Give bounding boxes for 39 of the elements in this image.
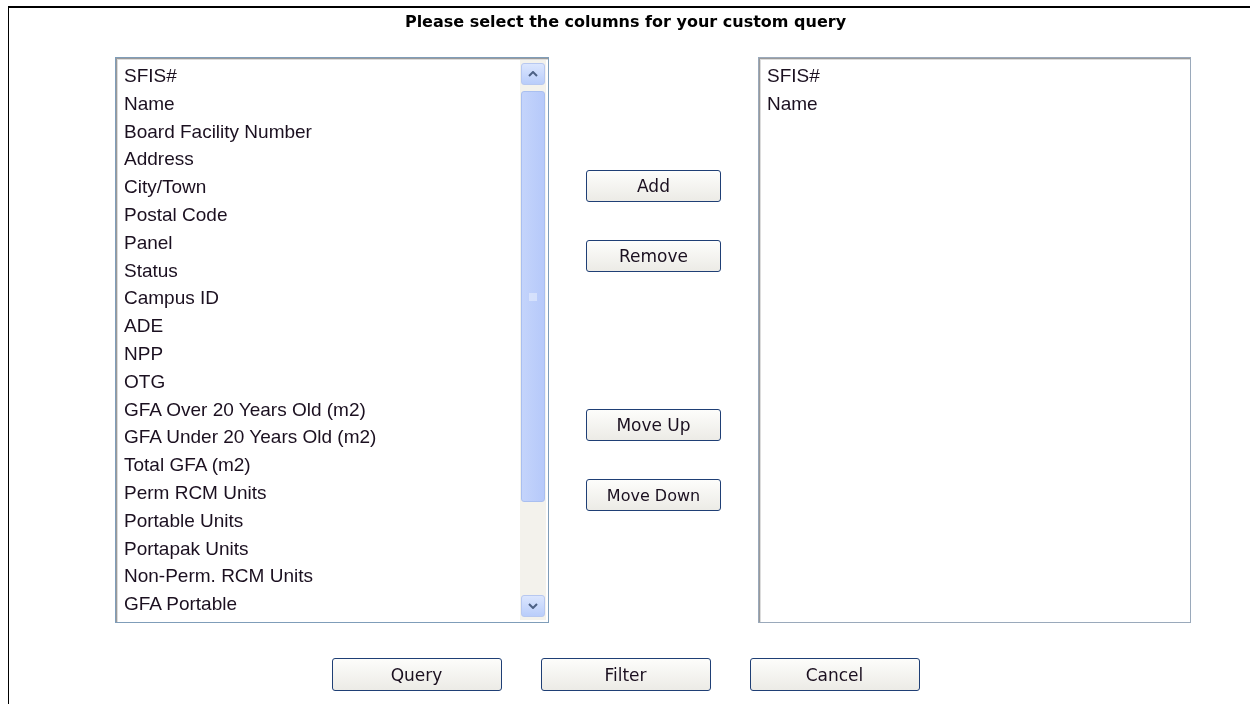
chevron-up-icon bbox=[528, 71, 538, 77]
list-option[interactable]: ADE bbox=[124, 312, 520, 340]
list-option[interactable]: Board Facility Number bbox=[124, 117, 520, 146]
list-option[interactable]: Non-Perm. RCM Units bbox=[124, 562, 520, 591]
list-option[interactable]: Portable Units bbox=[124, 506, 520, 535]
list-option[interactable]: Campus ID bbox=[124, 284, 520, 313]
remove-button[interactable]: Remove bbox=[586, 240, 721, 272]
list-option[interactable]: GFA Portable bbox=[124, 590, 520, 618]
list-option[interactable]: City/Town bbox=[124, 173, 520, 201]
list-option[interactable]: Portapak Units bbox=[124, 534, 520, 563]
list-option[interactable]: Status bbox=[124, 256, 520, 285]
action-button[interactable]: Query bbox=[331, 658, 502, 691]
scroll-thumb[interactable] bbox=[521, 91, 545, 502]
list-option[interactable]: Panel bbox=[124, 228, 520, 257]
list-option[interactable]: SFIS# bbox=[767, 62, 1188, 90]
list-option[interactable]: GFA Over 20 Years Old (m2) bbox=[124, 395, 520, 424]
scrollbar[interactable] bbox=[520, 60, 546, 620]
action-button[interactable]: Filter bbox=[540, 658, 711, 691]
add-button[interactable]: Add bbox=[586, 170, 721, 202]
available-columns-list[interactable] bbox=[115, 57, 549, 623]
list-option[interactable]: SFIS# bbox=[124, 62, 520, 90]
list-option[interactable]: OTG bbox=[124, 367, 520, 396]
chevron-down-icon bbox=[528, 603, 538, 609]
list-option[interactable]: GFA Under 20 Years Old (m2) bbox=[124, 423, 520, 452]
action-button[interactable]: Cancel bbox=[749, 658, 920, 691]
grip-icon bbox=[529, 292, 537, 301]
scroll-down-button[interactable] bbox=[521, 595, 545, 617]
list-option[interactable]: Postal Code bbox=[124, 201, 520, 229]
list-option[interactable]: Address bbox=[124, 145, 520, 174]
move-up-button[interactable]: Move Up bbox=[586, 409, 721, 441]
scroll-up-button[interactable] bbox=[521, 63, 545, 85]
selected-columns-list[interactable]: SFIS# Name bbox=[758, 57, 1191, 623]
list-option[interactable]: Perm RCM Units bbox=[124, 478, 520, 507]
page-title: Please select the columns for your custom query bbox=[403, 11, 848, 33]
list-option[interactable]: Total GFA (m2) bbox=[124, 451, 520, 479]
list-option[interactable]: Name bbox=[124, 89, 520, 118]
list-option[interactable]: NPP bbox=[124, 339, 520, 368]
move-down-button[interactable]: Move Down bbox=[586, 479, 721, 511]
list-option[interactable]: Name bbox=[767, 89, 1188, 118]
